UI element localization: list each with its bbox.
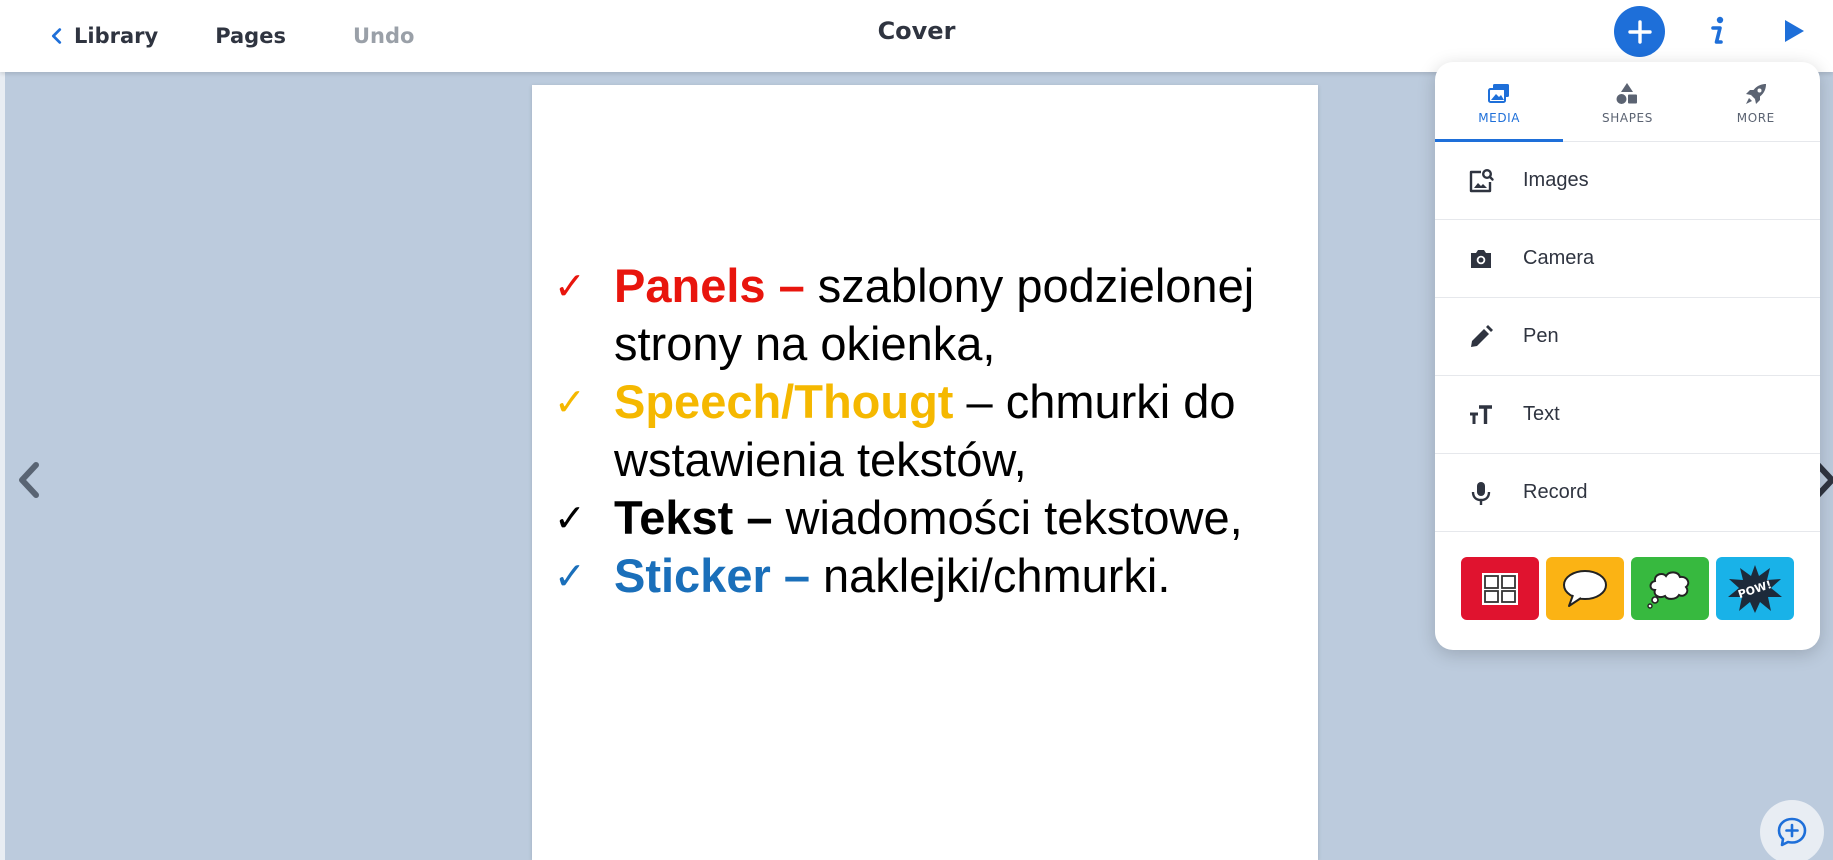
sticker-tile[interactable]: POW! [1716, 557, 1794, 620]
list-item-text: wiadomości tekstowe, [772, 491, 1243, 544]
sticker-tiles: POW! [1435, 532, 1820, 620]
menu-item-label: Pen [1523, 325, 1559, 347]
rocket-icon [1745, 83, 1766, 104]
list-item-text: naklejki/chmurki. [809, 549, 1171, 602]
play-icon [1785, 20, 1804, 42]
menu-item-images[interactable]: Images [1435, 142, 1820, 220]
tab-shapes[interactable]: SHAPES [1563, 62, 1691, 141]
previous-page-button[interactable] [12, 455, 46, 505]
list-item-term: Sticker – [614, 549, 810, 602]
feedback-button[interactable] [1760, 800, 1824, 860]
list-item: ✓ Sticker – naklejki/chmurki. [554, 547, 1294, 605]
list-item: ✓ Speech/Thougt – chmurki do wstawienia … [554, 373, 1294, 489]
checkmark-icon: ✓ [554, 554, 586, 598]
shapes-icon [1616, 82, 1638, 104]
insert-panel: MEDIA SHAPES MORE Images Camera Pen Text… [1435, 62, 1820, 650]
speech-bubble-icon [1563, 569, 1607, 607]
menu-item-label: Record [1523, 481, 1588, 503]
chevron-left-icon [19, 462, 39, 498]
list-item: ✓ Tekst – wiadomości tekstowe, [554, 489, 1294, 547]
page-text-block[interactable]: ✓ Panels – szablony podzielonej strony n… [554, 257, 1294, 605]
pow-sticker-icon: POW! [1728, 564, 1782, 613]
menu-item-label: Camera [1523, 247, 1595, 269]
undo-button[interactable]: Undo [353, 24, 414, 48]
menu-item-text[interactable]: Text [1435, 376, 1820, 454]
chevron-left-icon [51, 28, 62, 44]
pages-button[interactable]: Pages [215, 24, 286, 48]
camera-icon [1471, 249, 1491, 268]
menu-item-camera[interactable]: Camera [1435, 220, 1820, 298]
speech-tile[interactable] [1546, 557, 1624, 620]
panels-grid-icon [1482, 572, 1518, 605]
add-button[interactable] [1614, 6, 1665, 57]
list-item-term: Panels – [614, 259, 805, 312]
menu-item-label: Text [1523, 403, 1560, 425]
library-button[interactable]: Library [46, 24, 158, 48]
chat-plus-icon [1777, 817, 1807, 847]
top-bar-left: Library Pages Undo [46, 0, 414, 72]
side-strip [0, 72, 5, 860]
thought-tile[interactable] [1631, 557, 1709, 620]
menu-item-pen[interactable]: Pen [1435, 298, 1820, 376]
info-button[interactable] [1700, 8, 1734, 54]
play-button[interactable] [1774, 8, 1814, 54]
list-item-term: Tekst – [614, 491, 773, 544]
active-tab-indicator [1435, 139, 1563, 142]
insert-tabs: MEDIA SHAPES MORE [1435, 62, 1820, 142]
panels-tile[interactable] [1461, 557, 1539, 620]
text-size-icon [1470, 404, 1492, 424]
tab-more[interactable]: MORE [1692, 62, 1820, 141]
tab-shapes-label: SHAPES [1602, 110, 1653, 125]
list-item: ✓ Panels – szablony podzielonej strony n… [554, 257, 1294, 373]
checkmark-icon: ✓ [554, 380, 586, 424]
microphone-icon [1471, 481, 1491, 505]
media-icon [1488, 83, 1510, 103]
checkmark-icon: ✓ [554, 496, 586, 540]
tab-more-label: MORE [1736, 110, 1775, 125]
pen-icon [1471, 324, 1493, 347]
thought-bubble-icon [1647, 570, 1690, 609]
menu-item-label: Images [1523, 169, 1589, 191]
menu-item-record[interactable]: Record [1435, 454, 1820, 532]
plus-icon [1627, 19, 1652, 44]
tab-media-label: MEDIA [1478, 110, 1521, 125]
checkmark-icon: ✓ [554, 264, 586, 308]
image-search-icon [1469, 168, 1494, 192]
list-item-term: Speech/Thougt [614, 375, 954, 428]
comic-page[interactable]: ✓ Panels – szablony podzielonej strony n… [532, 85, 1318, 860]
library-label: Library [74, 24, 159, 48]
info-icon [1711, 16, 1724, 44]
tab-media[interactable]: MEDIA [1435, 62, 1563, 141]
